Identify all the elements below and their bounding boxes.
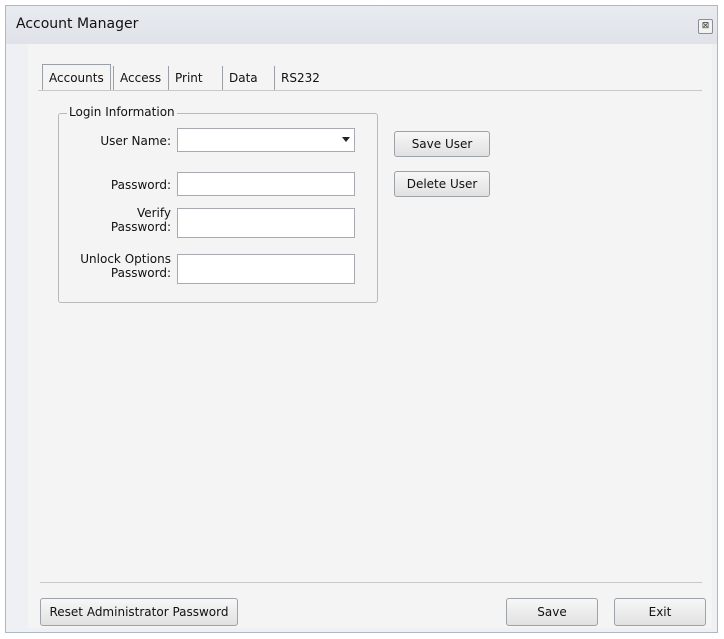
footer-divider [40, 582, 702, 583]
close-icon[interactable]: ⊠ [698, 19, 713, 34]
delete-user-button[interactable]: Delete User [394, 171, 490, 197]
chevron-down-icon[interactable] [342, 137, 350, 142]
user-name-combo[interactable] [177, 128, 355, 152]
title-bar: Account Manager ⊠ [6, 6, 717, 44]
client-area: Accounts Access Print Data RS232 Login I… [28, 44, 712, 628]
user-name-label: User Name: [100, 134, 171, 148]
reset-administrator-password-button[interactable]: Reset Administrator Password [40, 598, 238, 626]
verify-label-line1: Verify [136, 206, 171, 220]
unlock-label-line1: Unlock Options [80, 252, 171, 266]
verify-label-line2: Password: [110, 220, 171, 234]
save-user-button[interactable]: Save User [394, 131, 490, 157]
group-title: Login Information [67, 105, 177, 119]
login-information-group: Login Information User Name: Password: V… [58, 105, 378, 303]
window-title: Account Manager [16, 16, 139, 32]
accounts-panel: Login Information User Name: Password: V… [38, 90, 702, 581]
unlock-options-password-field[interactable] [177, 254, 355, 284]
password-label: Password: [110, 178, 171, 192]
tab-print[interactable]: Print [168, 66, 209, 90]
tab-access[interactable]: Access [113, 66, 168, 90]
tab-accounts[interactable]: Accounts [42, 64, 111, 91]
tab-data[interactable]: Data [222, 66, 264, 90]
password-field[interactable] [177, 172, 355, 196]
verify-password-field[interactable] [177, 208, 355, 238]
unlock-label-line2: Password: [110, 266, 171, 280]
tab-rs232[interactable]: RS232 [274, 66, 326, 90]
exit-button[interactable]: Exit [614, 598, 706, 626]
save-button[interactable]: Save [506, 598, 598, 626]
account-manager-window: Account Manager ⊠ Accounts Access Print … [5, 5, 718, 633]
